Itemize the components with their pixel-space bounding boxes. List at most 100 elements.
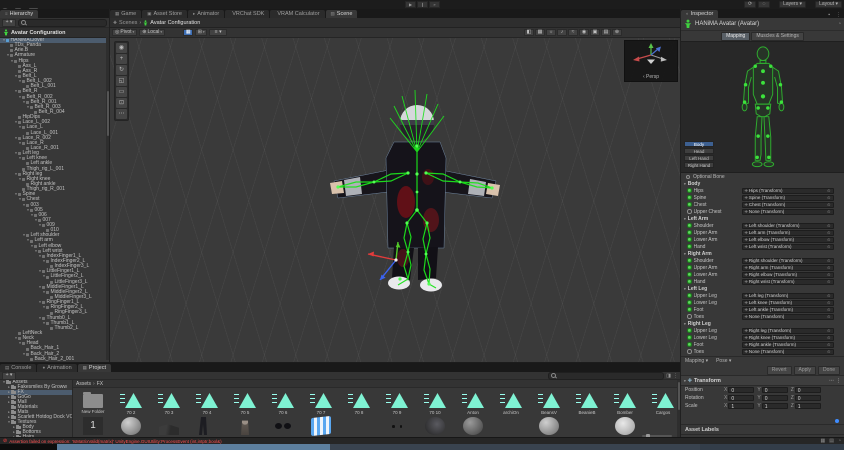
object-picker-icon[interactable]: ⊙ xyxy=(827,279,830,284)
panel-menu-icon[interactable]: ⋮ xyxy=(833,12,844,18)
avatar-mapping-diagram[interactable]: Body Head Left Hand Right Hand xyxy=(681,41,844,173)
asset-item[interactable] xyxy=(532,417,566,435)
bone-object-field[interactable]: ✚ Right wrist (Transform) ⊙ xyxy=(742,279,834,285)
snap-increment-icon[interactable]: ⊞▾ xyxy=(195,29,207,36)
transform-tool-button[interactable]: ◱ xyxy=(116,76,127,86)
asset-item[interactable]: 1 xyxy=(76,417,110,435)
bone-object-field[interactable]: ✚ Left arm (Transform) ⊙ xyxy=(742,230,834,236)
asset-item[interactable] xyxy=(380,417,414,435)
hierarchy-scrollbar[interactable] xyxy=(106,36,109,360)
bone-mapping-row[interactable]: ▾Lower Leg Lower Leg ✚ Left knee (Transf… xyxy=(681,299,844,306)
bone-object-field[interactable]: ✚ None (Transform) ⊙ xyxy=(742,209,834,215)
status-error-message[interactable]: Assertion failed on expression: 'IsMatri… xyxy=(9,439,816,444)
object-picker-icon[interactable]: ⊙ xyxy=(827,265,830,270)
scene-view-toggle-icon[interactable]: ◧ xyxy=(524,29,534,36)
object-picker-icon[interactable]: ⊙ xyxy=(827,328,830,333)
bottom-panel-tab[interactable]: ● Animation xyxy=(37,364,76,372)
object-picker-icon[interactable]: ⊙ xyxy=(827,237,830,242)
object-picker-icon[interactable]: ⊙ xyxy=(827,307,830,312)
component-menu-icon[interactable]: ⋮ xyxy=(836,378,841,384)
asset-item[interactable] xyxy=(418,417,452,435)
axis-y-field[interactable]: 1 xyxy=(762,403,788,409)
asset-item[interactable]: 70 5 xyxy=(228,390,262,415)
hierarchy-search-input[interactable] xyxy=(18,19,107,27)
axis-y-field[interactable]: 0 xyxy=(762,387,788,393)
object-picker-icon[interactable]: ⊙ xyxy=(827,195,830,200)
transform-component-header[interactable]: ▾ ✚ Transform ⋯ ⋮ xyxy=(681,375,844,386)
scene-viewport[interactable]: ◉ + ↻ ◱ ▭ ⊡ ⋯ xyxy=(110,38,680,364)
bone-mapping-row[interactable]: ▾Shoulder Shoulder ✚ Right shoulder (Tra… xyxy=(681,257,844,264)
asset-item[interactable] xyxy=(342,417,376,435)
asset-item[interactable]: Anton xyxy=(456,390,490,415)
scene-header-row[interactable]: Avatar Configuration xyxy=(0,28,109,38)
pose-menu[interactable]: Pose ▾ xyxy=(716,358,731,364)
object-picker-icon[interactable]: ⊙ xyxy=(827,335,830,340)
bone-object-field[interactable]: ✚ Hips (Transform) ⊙ xyxy=(742,188,834,194)
axis-x-field[interactable]: 0 xyxy=(728,387,754,393)
step-button[interactable]: » xyxy=(429,1,440,8)
transform-tool-button[interactable]: ⋯ xyxy=(116,109,127,119)
search-everywhere-icon[interactable]: ◌ xyxy=(758,1,770,8)
bone-object-field[interactable]: ✚ Right knee (Transform) ⊙ xyxy=(742,335,834,341)
asset-item[interactable]: 70 6 xyxy=(266,390,300,415)
bone-mapping-row[interactable]: ▾Hand Hand ✚ Left wrist (Transform) ⊙ xyxy=(681,243,844,250)
asset-item[interactable]: New Folder xyxy=(76,390,110,415)
bone-object-field[interactable]: ✚ Right shoulder (Transform) ⊙ xyxy=(742,258,834,264)
orientation-gizmo[interactable]: ‹ Persp xyxy=(624,40,678,82)
object-picker-icon[interactable]: ⊙ xyxy=(827,223,830,228)
bone-object-field[interactable]: ✚ Left shoulder (Transform) ⊙ xyxy=(742,223,834,229)
bone-object-field[interactable]: ✚ Left knee (Transform) ⊙ xyxy=(742,300,834,306)
help-icon[interactable]: ◔ xyxy=(838,21,841,27)
bone-object-field[interactable]: ✚ Spine (Transform) ⊙ xyxy=(742,195,834,201)
layers-dropdown[interactable]: Layers ▾ xyxy=(779,1,806,8)
bone-mapping-row[interactable]: ▾Hand Hand ✚ Right wrist (Transform) ⊙ xyxy=(681,278,844,285)
bone-mapping-row[interactable]: ▾Spine Spine ✚ Spine (Transform) ⊙ xyxy=(681,194,844,201)
bone-object-field[interactable]: ✚ Right elbow (Transform) ⊙ xyxy=(742,272,834,278)
pause-button[interactable]: ∥ xyxy=(417,1,428,8)
foldout-arrow-icon[interactable]: ▾ xyxy=(684,379,686,383)
axis-z-field[interactable]: 0 xyxy=(795,387,821,393)
bone-mapping-row[interactable]: ▾Upper Chest Upper Chest ✚ None (Transfo… xyxy=(681,208,844,215)
asset-item[interactable]: 70 9 xyxy=(380,390,414,415)
bone-object-field[interactable]: ✚ Left leg (Transform) ⊙ xyxy=(742,293,834,299)
view-tab[interactable]: ▧ Scene xyxy=(326,10,358,18)
bone-mapping-row[interactable]: ▾Right Leg Right Leg ✚ ⊙ xyxy=(681,320,844,327)
transform-tool-button[interactable]: ▭ xyxy=(116,87,127,97)
asset-item[interactable]: BeansV xyxy=(532,390,566,415)
scene-view-toggle-icon[interactable]: ▦ xyxy=(535,29,545,36)
body-part-button[interactable]: Body xyxy=(684,141,714,147)
asset-labels-header[interactable]: Asset Labels xyxy=(681,424,844,435)
bottom-panel-tab[interactable]: ▦ Project xyxy=(78,364,111,372)
asset-item[interactable] xyxy=(228,417,262,435)
bone-object-field[interactable]: ✚ Right ankle (Transform) ⊙ xyxy=(742,342,834,348)
axis-x-field[interactable]: 1 xyxy=(728,403,754,409)
asset-item[interactable] xyxy=(304,417,338,435)
bone-mapping-row[interactable]: ▾Lower Arm Lower Arm ✚ Left elbow (Trans… xyxy=(681,236,844,243)
object-picker-icon[interactable]: ⊙ xyxy=(827,314,830,319)
presets-icon[interactable]: ⋯ xyxy=(829,378,834,384)
lock-icon[interactable]: ▪ xyxy=(825,12,833,18)
object-picker-icon[interactable]: ⊙ xyxy=(827,209,830,214)
create-object-button[interactable]: + ▾ xyxy=(2,19,16,27)
bone-object-field[interactable]: ✚ Right arm (Transform) ⊙ xyxy=(742,265,834,271)
asset-item[interactable]: 70 10 xyxy=(418,390,452,415)
asset-item[interactable]: archiOn xyxy=(494,390,528,415)
apply-action-button[interactable]: Revert xyxy=(767,366,792,375)
bone-mapping-row[interactable]: ▾Toes Toes ✚ None (Transform) ⊙ xyxy=(681,348,844,355)
bone-mapping-row[interactable]: ▾Left Arm Left Arm ✚ ⊙ xyxy=(681,215,844,222)
asset-item[interactable]: BeanieB xyxy=(570,390,604,415)
scene-view-toggle-icon[interactable]: ≈ xyxy=(568,29,578,36)
asset-item[interactable] xyxy=(608,417,642,435)
object-picker-icon[interactable]: ⊙ xyxy=(827,258,830,263)
body-part-button[interactable]: Left Hand xyxy=(684,155,714,161)
bone-mapping-row[interactable]: ▾Upper Arm Upper Arm ✚ Right arm (Transf… xyxy=(681,264,844,271)
asset-item[interactable] xyxy=(266,417,300,435)
scene-view-toggle-icon[interactable]: ☼ xyxy=(546,29,556,36)
object-picker-icon[interactable]: ⊙ xyxy=(827,230,830,235)
breadcrumb-current[interactable]: FX xyxy=(97,381,103,387)
asset-item[interactable] xyxy=(570,417,604,435)
axis-z-field[interactable]: 1 xyxy=(795,403,821,409)
asset-item[interactable]: 70 4 xyxy=(190,390,224,415)
object-picker-icon[interactable]: ⊙ xyxy=(827,349,830,354)
avatar-subtab[interactable]: Mapping xyxy=(721,32,750,41)
